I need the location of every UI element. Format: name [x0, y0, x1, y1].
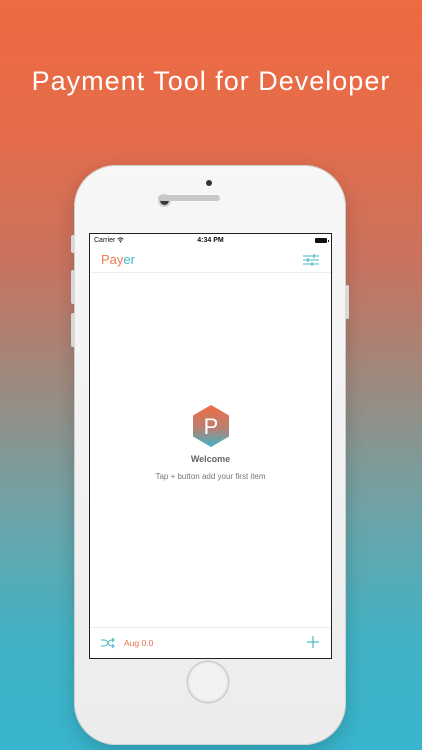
power-button: [345, 285, 349, 319]
hexagon-logo-icon: P: [192, 405, 229, 447]
status-bar: Carrier 4:34 PM: [90, 234, 331, 248]
shuffle-icon[interactable]: [101, 637, 115, 649]
version-label[interactable]: Aug 0.0: [124, 638, 153, 648]
phone-frame: Carrier 4:34 PM Payer P Welcome Tap + bu…: [71, 165, 349, 745]
welcome-subtitle: Tap + button add your first item: [155, 472, 266, 481]
nav-bar: Payer: [90, 248, 331, 273]
volume-down-button: [71, 313, 75, 347]
app-title-part2: er: [123, 252, 135, 267]
home-button[interactable]: [188, 662, 228, 702]
bottom-toolbar: Aug 0.0: [90, 627, 331, 658]
settings-sliders-icon[interactable]: [303, 254, 319, 266]
volume-up-button: [71, 270, 75, 304]
app-screen: Carrier 4:34 PM Payer P Welcome Tap + bu…: [89, 233, 332, 659]
clock: 4:34 PM: [197, 237, 224, 244]
earpiece-speaker: [158, 195, 220, 201]
battery-icon: [315, 238, 329, 243]
promo-headline: Payment Tool for Developer: [31, 66, 391, 96]
empty-state: P Welcome Tap + button add your first it…: [90, 404, 331, 481]
app-title-part1: Pay: [101, 252, 124, 267]
proximity-sensor: [206, 180, 212, 186]
app-title: Payer: [101, 252, 135, 267]
logo-letter: P: [203, 414, 218, 439]
welcome-title: Welcome: [190, 454, 231, 464]
mute-switch: [71, 235, 75, 253]
plus-icon[interactable]: [307, 636, 319, 648]
